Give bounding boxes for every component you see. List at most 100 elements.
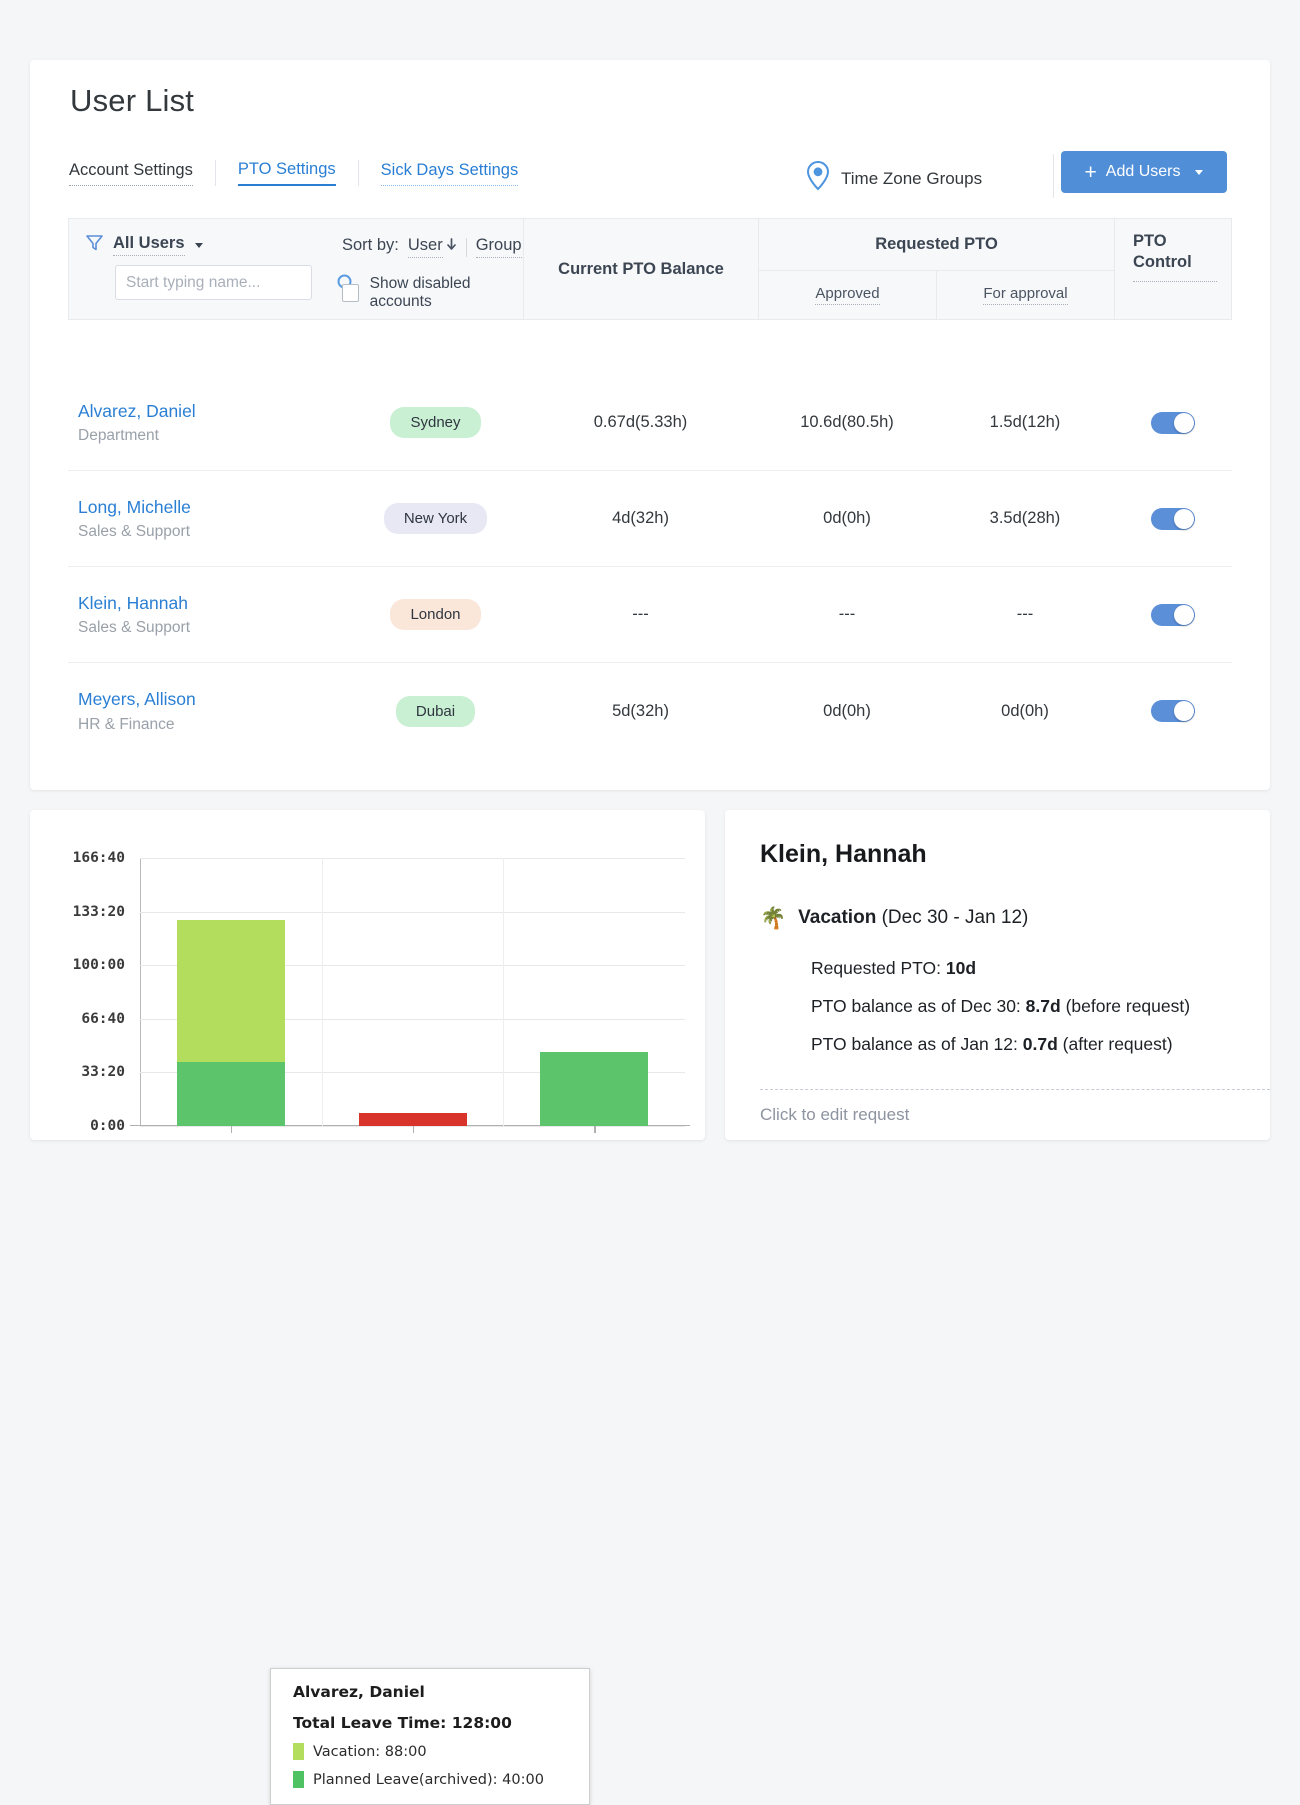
tooltip-item-label: Planned Leave(archived): 40:00 [313, 1771, 544, 1788]
chart-tooltip: Alvarez, Daniel Total Leave Time: 128:00… [270, 1668, 590, 1805]
table-header-filters: All Users Sort by: User [69, 219, 524, 319]
search-box[interactable] [115, 265, 355, 300]
column-approved[interactable]: Approved [759, 271, 937, 319]
tab-pto-settings[interactable]: PTO Settings [237, 160, 336, 186]
tooltip-item: Planned Leave(archived): 40:00 [293, 1771, 573, 1788]
chart-bar[interactable] [176, 1061, 285, 1126]
pto-control-cell [1114, 700, 1232, 722]
user-name-link[interactable]: Alvarez, Daniel [78, 400, 348, 424]
approved-pto-cell: 0d(0h) [823, 509, 871, 527]
approved-pto-cell: 0d(0h) [823, 701, 871, 720]
tooltip-item-label: Vacation: 88:00 [313, 1743, 427, 1760]
sort-divider [465, 237, 467, 257]
timezone-cell: London [348, 599, 523, 630]
for-approval-pto-cell: 1.5d(12h) [989, 413, 1061, 431]
column-requested-pto-subcolumns: Approved For approval [759, 271, 1114, 319]
add-users-label: Add Users [1105, 163, 1181, 180]
sort-controls: Sort by: User Group [342, 236, 522, 258]
sort-by-user[interactable]: User [407, 236, 457, 258]
column-current-pto-balance-label: Current PTO Balance [558, 259, 724, 278]
table-row: Meyers, Allison HR & Finance Dubai 5d(32h) 0… [68, 663, 1232, 759]
detail-lines: Requested PTO: 10d PTO balance as of Dec … [811, 958, 1190, 1072]
chart-y-tick-label: 133:20 [72, 903, 125, 920]
current-pto-balance-cell: 4d(32h) [612, 509, 669, 527]
timezone-badge: London [390, 599, 481, 630]
leave-chart: 0:00 33:20 66:40 100:00 133:20 166:40 [30, 810, 705, 1140]
column-for-approval[interactable]: For approval [937, 271, 1114, 319]
chart-bar[interactable] [176, 920, 285, 1062]
timezone-badge: Dubai [395, 695, 476, 727]
request-detail-card: Klein, Hannah 🌴 Vacation (Dec 30 - Jan 1… [725, 810, 1270, 1140]
search-input[interactable] [116, 273, 336, 292]
chart-plot-area [130, 858, 690, 1133]
chart-y-axis-labels: 0:00 33:20 66:40 100:00 133:20 166:40 [50, 810, 125, 1140]
pto-control-toggle[interactable] [1151, 411, 1195, 434]
pto-control-toggle[interactable] [1151, 603, 1195, 626]
sort-by-group[interactable]: Group [475, 236, 522, 258]
user-name-link[interactable]: Meyers, Allison [78, 688, 348, 712]
column-approved-label: Approved [815, 285, 880, 305]
time-zone-groups-label: Time Zone Groups [841, 168, 983, 188]
palm-tree-icon: 🌴 [760, 906, 787, 930]
show-disabled-accounts-row[interactable]: Show disabled accounts [342, 275, 523, 311]
tab-divider [357, 160, 359, 186]
timezone-cell: Sydney [348, 407, 523, 438]
chart-bar[interactable] [358, 1113, 467, 1126]
detail-line-label: PTO balance as of Dec 30: [811, 996, 1026, 1016]
tooltip-total-leave: Total Leave Time: 128:00 [293, 1714, 512, 1732]
for-approval-pto-cell: 0d(0h) [1001, 701, 1049, 720]
current-pto-balance-cell: 0.67d(5.33h) [593, 413, 688, 431]
chart-y-tick-label: 0:00 [90, 1118, 125, 1134]
table-row: Klein, Hannah Sales & Support London --- ---… [68, 567, 1232, 663]
for-approval-pto-cell: 3.5d(28h) [989, 509, 1061, 527]
chevron-down-icon[interactable] [1195, 169, 1204, 175]
show-disabled-accounts-checkbox[interactable] [342, 284, 359, 302]
detail-line-suffix: (before request) [1060, 996, 1191, 1016]
detail-line-value: 8.7d [1025, 996, 1061, 1016]
column-requested-pto: Requested PTO Approved For approval [759, 219, 1115, 319]
detail-line-label: Requested PTO: [811, 958, 946, 978]
all-users-label: All Users [113, 234, 185, 256]
for-approval-pto-cell: --- [1016, 605, 1034, 623]
chart-y-axis-line [140, 858, 141, 1126]
approved-pto-cell: 10.6d(80.5h) [800, 413, 894, 431]
user-name-link[interactable]: Long, Michelle [78, 496, 348, 520]
chart-gridline [140, 858, 685, 859]
user-name-link[interactable]: Klein, Hannah [78, 592, 348, 616]
detail-line-suffix: (after request) [1057, 1034, 1173, 1054]
chart-vertical-gridline [321, 858, 323, 1126]
settings-tabs: Account Settings PTO Settings Sick Days … [69, 160, 519, 186]
approved-pto-cell: --- [838, 605, 856, 623]
timezone-badge: Sydney [390, 407, 481, 438]
leave-chart-card: 0:00 33:20 66:40 100:00 133:20 166:40 Alvarez… [30, 810, 705, 1805]
chart-bar[interactable] [540, 1052, 649, 1126]
table-header-bar: All Users Sort by: User [68, 218, 1232, 320]
time-zone-groups-button[interactable]: Time Zone Groups [805, 160, 982, 197]
user-department: Sales & Support [78, 523, 191, 541]
detail-date-range: (Dec 30 - Jan 12) [881, 907, 1029, 928]
pto-control-toggle[interactable] [1151, 507, 1195, 530]
tab-account-settings[interactable]: Account Settings [69, 161, 193, 186]
detail-line: Requested PTO: 10d [811, 958, 1190, 979]
sort-by-label: Sort by: [342, 236, 399, 254]
legend-swatch-icon [293, 1743, 304, 1760]
detail-line-value: 0.7d [1022, 1034, 1058, 1054]
detail-line-label: PTO balance as of Jan 12: [811, 1034, 1023, 1054]
tab-sick-days-settings[interactable]: Sick Days Settings [380, 161, 519, 186]
chart-y-tick-label: 166:40 [72, 850, 125, 866]
legend-swatch-icon [293, 1771, 304, 1788]
user-department: HR & Finance [78, 715, 175, 733]
pto-control-toggle[interactable] [1151, 700, 1195, 722]
column-pto-control-line1: PTO [1133, 232, 1167, 250]
all-users-filter[interactable]: All Users [85, 233, 203, 257]
detail-line: PTO balance as of Dec 30: 8.7d (before r… [811, 996, 1190, 1017]
chart-y-tick-label: 66:40 [81, 1010, 125, 1027]
column-requested-pto-label: Requested PTO [875, 235, 998, 253]
column-for-approval-label: For approval [983, 285, 1068, 305]
add-users-button[interactable]: + Add Users [1061, 151, 1227, 193]
edit-request-link[interactable]: Click to edit request [760, 1105, 909, 1125]
chart-x-tick [412, 1126, 414, 1133]
chart-y-tick-label: 100:00 [72, 957, 125, 974]
user-cell: Long, Michelle Sales & Support [68, 496, 348, 542]
column-pto-control-underline [1133, 281, 1217, 282]
